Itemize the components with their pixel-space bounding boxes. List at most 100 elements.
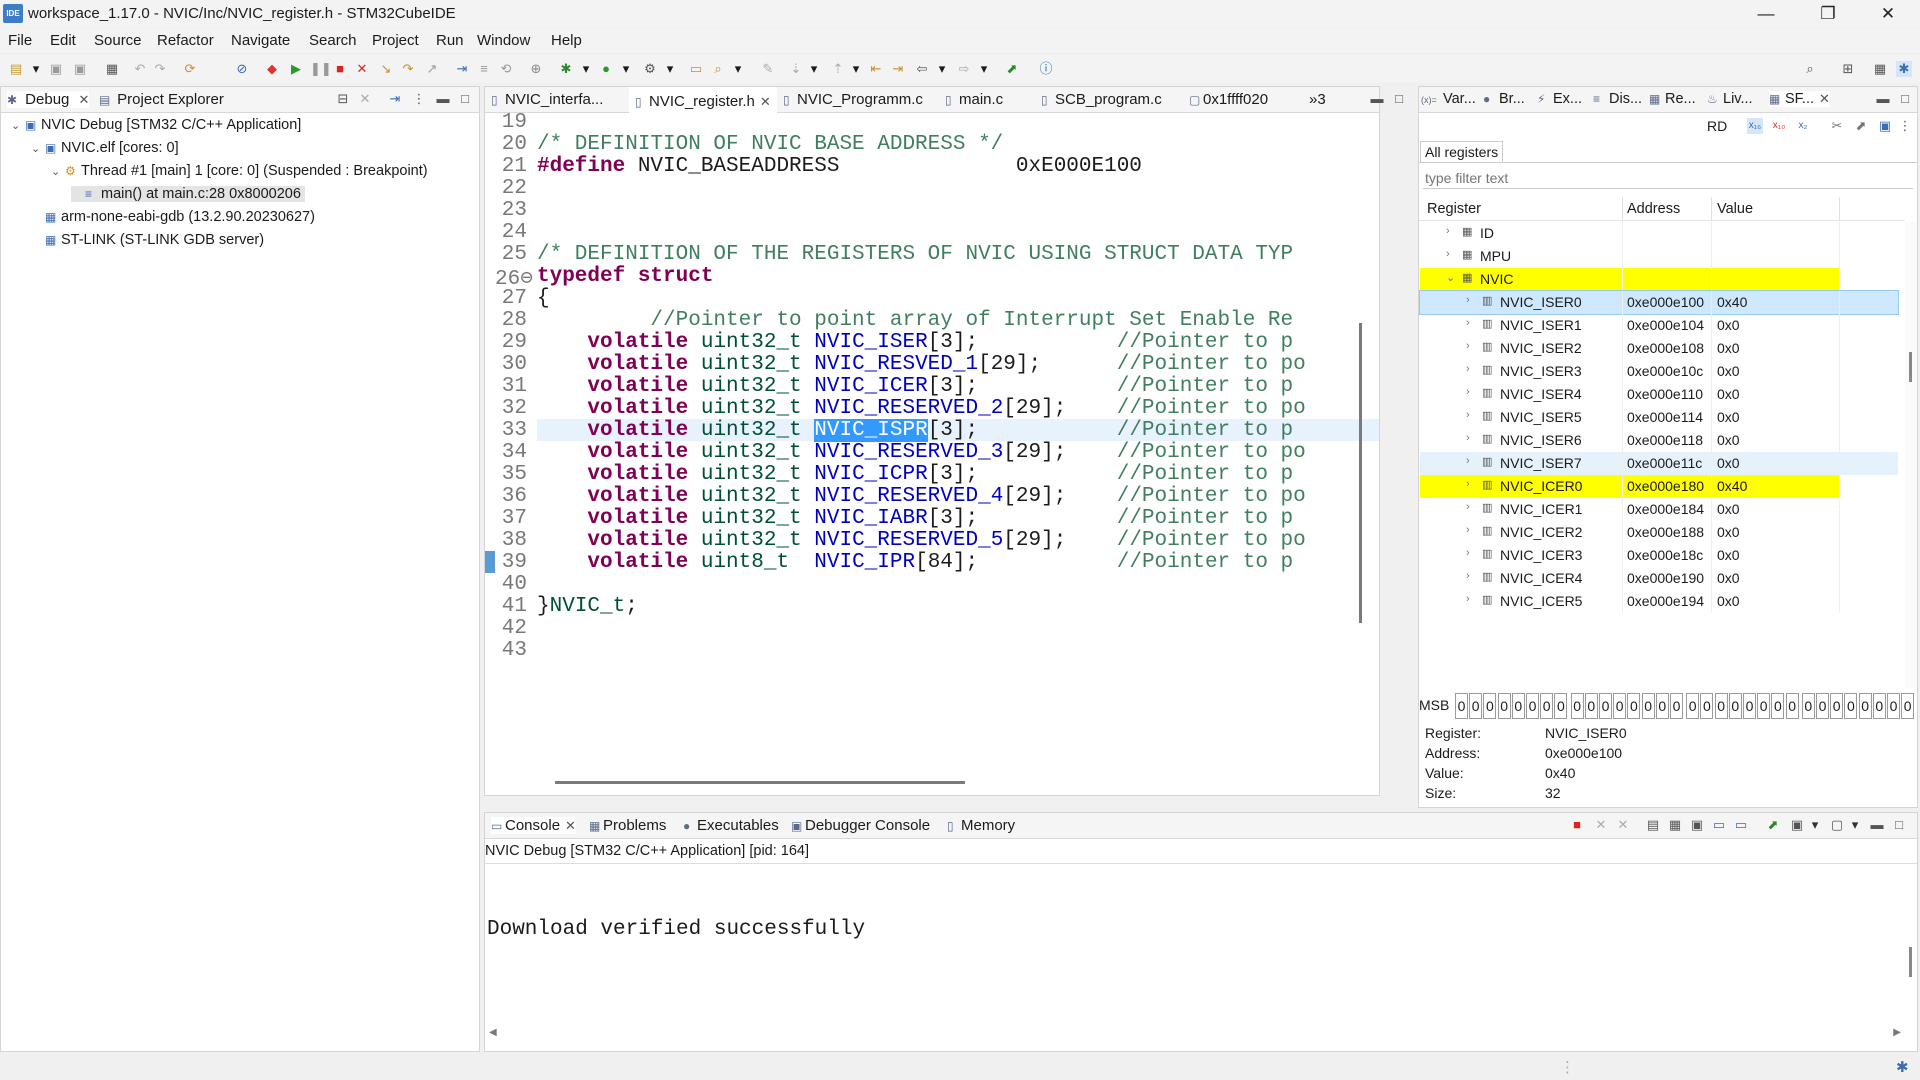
minimize-view-icon[interactable]: ▬ <box>1875 91 1891 107</box>
debug-dropdown-icon[interactable]: ▾ <box>578 61 594 77</box>
bit-cell[interactable]: 0 <box>1627 693 1641 719</box>
register-row[interactable]: › ▥ NVIC_ICER3 0xe000e18c 0x0 <box>1420 544 1898 567</box>
chevron-right-icon[interactable]: › <box>1466 409 1470 421</box>
close-icon[interactable]: ✕ <box>79 92 90 107</box>
register-value[interactable]: 0x40 <box>1717 478 1747 494</box>
tree-item[interactable]: ⌄ ▣ NVIC Debug [STM32 C/C++ Application] <box>11 117 301 133</box>
bit-cell[interactable]: 0 <box>1686 693 1700 719</box>
chevron-right-icon[interactable]: › <box>1446 248 1450 260</box>
step-return-icon[interactable]: ↗ <box>424 61 440 77</box>
tree-item[interactable]: ⌄ ▣ NVIC.elf [cores: 0] <box>31 140 179 156</box>
step-filter-icon[interactable]: ⇥ <box>387 91 403 107</box>
register-row[interactable]: › ▥ NVIC_ISER6 0xe000e118 0x0 <box>1420 429 1898 452</box>
code-line[interactable]: volatile uint32_t NVIC_RESERVED_5[29]; /… <box>537 529 1305 552</box>
forward-dropdown-icon[interactable]: ▾ <box>976 61 992 77</box>
refresh-registers-icon[interactable]: ▣ <box>1877 118 1893 134</box>
run-dropdown-icon[interactable]: ▾ <box>618 61 634 77</box>
register-value[interactable]: 0x40 <box>1717 294 1747 310</box>
tree-item[interactable]: ≡ main() at main.c:28 0x8000206 <box>71 186 305 202</box>
minimize-editor-icon[interactable]: ▬ <box>1369 91 1385 107</box>
menu-search[interactable]: Search <box>309 32 357 49</box>
tab-register-view-1[interactable]: ● Br... <box>1483 91 1525 107</box>
tab-console[interactable]: ▭ Console ✕ <box>491 817 576 834</box>
remove-all-icon[interactable]: ✕ <box>1615 817 1631 833</box>
code-line[interactable]: typedef struct <box>537 265 713 288</box>
tab-register-view-5[interactable]: ♨ Liv... <box>1707 91 1753 107</box>
resume-icon[interactable]: ▶ <box>288 61 304 77</box>
maximize-view-icon[interactable]: □ <box>1891 817 1907 833</box>
chevron-right-icon[interactable]: › <box>1466 317 1470 329</box>
bit-cell[interactable]: 0 <box>1497 693 1511 719</box>
settings-icon[interactable]: ✂ <box>1829 118 1845 134</box>
back-dropdown-icon[interactable]: ▾ <box>934 61 950 77</box>
tab-register-view-2[interactable]: ⚡ Ex... <box>1537 91 1582 107</box>
register-row[interactable]: › ▥ NVIC_ICER5 0xe000e194 0x0 <box>1420 590 1898 613</box>
tree-item[interactable]: ▦ ST-LINK (ST-LINK GDB server) <box>31 232 264 248</box>
register-value[interactable]: 0x0 <box>1717 432 1740 448</box>
code-line[interactable]: volatile uint32_t NVIC_ISPR[3]; //Pointe… <box>537 419 1293 442</box>
subtab-all-registers[interactable]: All registers <box>1420 141 1504 163</box>
code-line[interactable]: }NVIC_t; <box>537 595 638 618</box>
rd-label[interactable]: RD <box>1707 118 1727 134</box>
bit-cell[interactable]: 0 <box>1844 693 1858 719</box>
bit-cell[interactable]: 0 <box>1757 693 1771 719</box>
console-hscrollbar[interactable]: ◀ ▶ <box>485 1027 1905 1041</box>
bit-cell[interactable]: 0 <box>1816 693 1829 719</box>
open-console-icon[interactable]: ▢ <box>1829 817 1845 833</box>
tab-debugger-console[interactable]: ▣ Debugger Console <box>791 817 930 834</box>
tab-editor-5[interactable]: ▢ 0x1ffff020 <box>1189 91 1268 108</box>
tab-executables[interactable]: ● Executables <box>683 817 779 834</box>
bit-cell[interactable]: 0 <box>1584 693 1598 719</box>
collapse-all-icon[interactable]: ⊟ <box>335 91 351 107</box>
chevron-right-icon[interactable]: › <box>1466 386 1470 398</box>
bit-cell[interactable]: 0 <box>1554 693 1568 719</box>
register-row[interactable]: › ▥ NVIC_ISER7 0xe000e11c 0x0 <box>1420 452 1898 475</box>
restart-icon[interactable]: ⟲ <box>498 61 514 77</box>
word-wrap-icon[interactable]: ▣ <box>1689 817 1705 833</box>
search-toolbar-icon[interactable]: ⌕ <box>710 61 726 77</box>
chevron-right-icon[interactable]: › <box>1466 340 1470 352</box>
code-line[interactable]: volatile uint32_t NVIC_RESVED_1[29]; //P… <box>537 353 1305 376</box>
breakpoint-marker[interactable] <box>485 551 495 573</box>
register-value[interactable]: 0x0 <box>1717 501 1740 517</box>
register-value[interactable]: 0x0 <box>1717 386 1740 402</box>
drop-frame-icon[interactable]: ≡ <box>476 61 492 77</box>
register-value[interactable]: 0x0 <box>1717 363 1740 379</box>
maximize-view-icon[interactable]: □ <box>457 91 473 107</box>
chevron-down-icon[interactable]: ⌄ <box>11 119 25 132</box>
suspend-icon[interactable]: ❚❚ <box>310 61 332 77</box>
bit-cell[interactable]: 0 <box>1901 693 1915 719</box>
open-perspective-icon[interactable]: ⊞ <box>1840 61 1856 77</box>
register-row[interactable]: › ▥ NVIC_ISER1 0xe000e104 0x0 <box>1420 314 1898 337</box>
status-build-icon[interactable]: ✱ <box>1896 1058 1909 1076</box>
run-icon[interactable]: ● <box>598 61 614 77</box>
bit-cell[interactable]: 0 <box>1613 693 1627 719</box>
tab-register-view-0[interactable]: (x)= Var... <box>1421 91 1476 107</box>
col-register[interactable]: Register <box>1427 201 1481 217</box>
cpp-perspective-icon[interactable]: ▦ <box>1872 61 1888 77</box>
code-line[interactable]: volatile uint32_t NVIC_IABR[3]; //Pointe… <box>537 507 1293 530</box>
tab-debug[interactable]: ✱ Debug ✕ <box>7 91 90 108</box>
back-icon[interactable]: ⇦ <box>914 61 930 77</box>
next-annotation-dropdown-icon[interactable]: ▾ <box>806 61 822 77</box>
menu-project[interactable]: Project <box>372 32 419 49</box>
register-row[interactable]: › ▥ NVIC_ICER1 0xe000e184 0x0 <box>1420 498 1898 521</box>
register-filter-input[interactable] <box>1423 167 1913 189</box>
code-area[interactable]: 19 20 /* DEFINITION OF NVIC BASE ADDRESS *… <box>485 113 1379 795</box>
bit-cell[interactable]: 0 <box>1743 693 1756 719</box>
register-row[interactable]: › ▦ ID <box>1420 222 1898 245</box>
save-icon[interactable]: ▣ <box>48 61 64 77</box>
open-folder-icon[interactable]: ▭ <box>688 61 704 77</box>
chevron-right-icon[interactable]: › <box>1466 547 1470 559</box>
minimize-view-icon[interactable]: ▬ <box>1869 817 1885 833</box>
register-row[interactable]: ⌄ ▦ NVIC <box>1420 268 1898 291</box>
debug-icon[interactable]: ✱ <box>558 61 574 77</box>
pin-icon[interactable]: ⬈ <box>1853 118 1869 134</box>
step-into-icon[interactable]: ↘ <box>378 61 394 77</box>
register-row[interactable]: › ▥ NVIC_ICER0 0xe000e180 0x40 <box>1420 475 1898 498</box>
tab-register-view-6[interactable]: ▦ SF... ✕ <box>1769 91 1830 107</box>
chevron-down-icon[interactable]: ⌄ <box>1446 271 1455 284</box>
restore-button[interactable]: ❐ <box>1808 3 1848 25</box>
external-dropdown-icon[interactable]: ▾ <box>662 61 678 77</box>
debug-perspective-icon[interactable]: ✱ <box>1896 61 1912 77</box>
